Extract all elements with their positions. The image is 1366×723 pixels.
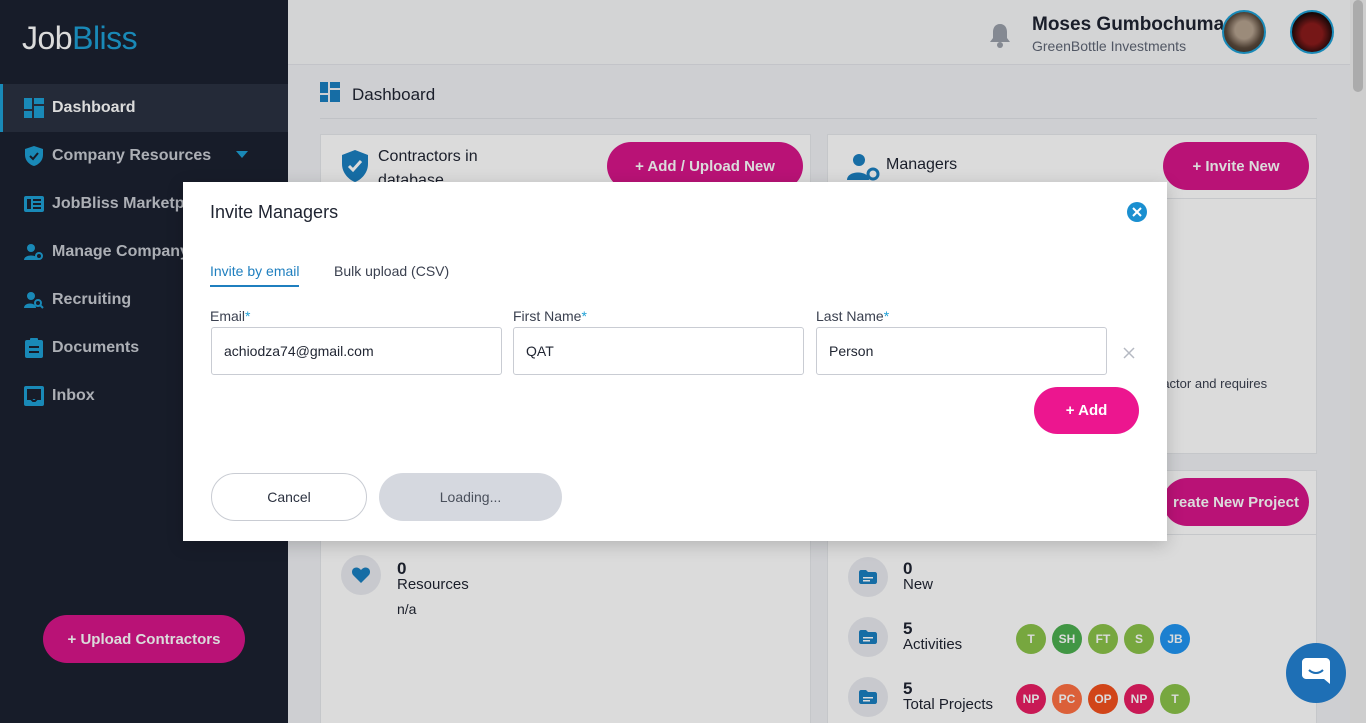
required-mark: * (245, 308, 251, 324)
email-field[interactable]: achiodza74@gmail.com (211, 327, 502, 375)
required-mark: * (581, 308, 587, 324)
add-row-button[interactable]: + Add (1034, 387, 1139, 434)
tab-invite-by-email[interactable]: Invite by email (210, 263, 300, 287)
submit-loading-button[interactable]: Loading... (379, 473, 562, 521)
modal-title: Invite Managers (210, 202, 339, 222)
label-text: Last Name (816, 308, 884, 324)
invite-managers-modal: Invite Managers Invite by email Bulk upl… (183, 182, 1167, 541)
first-name-field[interactable]: QAT (513, 327, 804, 375)
label-text: Email (210, 308, 246, 324)
last-name-label: Last Name* (816, 308, 889, 324)
chat-support-button[interactable] (1286, 643, 1346, 703)
cancel-button[interactable]: Cancel (211, 473, 367, 521)
label-text: First Name (513, 308, 582, 324)
chat-icon (1302, 657, 1330, 689)
email-label: Email* (210, 308, 250, 324)
first-name-label: First Name* (513, 308, 587, 324)
required-mark: * (883, 308, 890, 324)
close-icon[interactable] (1127, 202, 1147, 222)
remove-row-icon[interactable] (1123, 346, 1135, 364)
last-name-field[interactable]: Person (816, 327, 1107, 375)
tab-bulk-upload-csv[interactable]: Bulk upload (CSV) (334, 263, 449, 285)
